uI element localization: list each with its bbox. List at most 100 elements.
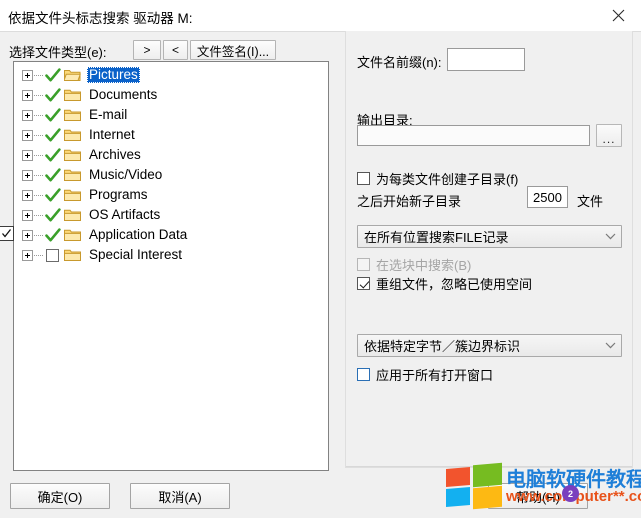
regroup-files-checkbox[interactable] — [357, 277, 370, 290]
green-check-icon — [44, 227, 61, 241]
expand-icon[interactable] — [22, 109, 33, 121]
file-signature-button[interactable]: 文件签名(I)... — [190, 40, 276, 60]
output-directory-input[interactable] — [357, 125, 590, 146]
folder-icon — [64, 169, 81, 181]
green-check-icon — [44, 107, 61, 121]
tree-item-checkbox[interactable] — [44, 107, 61, 123]
regroup-files-checkbox-row[interactable]: 重组文件，忽略已使用空间 — [357, 274, 532, 293]
tree-connector — [34, 94, 44, 96]
tree-item-label: Documents — [89, 87, 158, 102]
help-button[interactable]: 帮助(H) — [488, 483, 588, 509]
file-record-search-combo[interactable]: 在所有位置搜索FILE记录 — [357, 225, 622, 248]
unchecked-box-icon — [46, 248, 59, 262]
search-in-block-checkbox-row: 在选块中搜索(B) — [357, 255, 471, 274]
tree-item-label: Programs — [89, 187, 148, 202]
folder-icon — [64, 249, 81, 261]
apply-all-windows-checkbox-row[interactable]: 应用于所有打开窗口 — [357, 365, 493, 384]
folder-icon — [64, 149, 81, 161]
expand-icon[interactable] — [22, 69, 33, 81]
tree-item-checkbox[interactable] — [44, 167, 61, 183]
tree-item-pictures[interactable]: Pictures — [14, 65, 328, 85]
files-unit-label: 文件 — [577, 194, 604, 209]
panel-divider — [346, 466, 632, 467]
green-check-icon — [44, 67, 61, 81]
create-subdir-checkbox[interactable] — [357, 172, 370, 185]
create-subdir-checkbox-row[interactable]: 为每类文件创建子目录(f) — [357, 169, 518, 188]
expand-icon[interactable] — [22, 129, 33, 141]
tree-item-music-video[interactable]: Music/Video — [14, 165, 328, 185]
next-button[interactable]: > — [133, 40, 161, 60]
tree-item-label: E-mail — [89, 107, 128, 122]
folder-icon — [64, 209, 81, 221]
options-panel: 文件名前缀(n): 输出目录: ... 为每类文件创建子目录(f) 之后开始新子… — [345, 31, 633, 468]
expand-icon[interactable] — [22, 149, 33, 161]
filetype-label: 选择文件类型(e): — [9, 45, 107, 60]
tree-connector — [34, 134, 44, 136]
green-check-icon — [44, 147, 61, 161]
browse-button[interactable]: ... — [596, 124, 622, 147]
tree-item-list: Pictures Documents E-mail Internet Archives M… — [14, 65, 328, 265]
expand-icon[interactable] — [22, 169, 33, 181]
tree-item-application-data[interactable]: Application Data — [14, 225, 328, 245]
tree-item-label: OS Artifacts — [89, 207, 161, 222]
tree-item-checkbox[interactable] — [44, 127, 61, 143]
green-check-icon — [44, 87, 61, 101]
expand-icon[interactable] — [22, 89, 33, 101]
folder-open-icon — [64, 70, 81, 81]
tree-item-documents[interactable]: Documents — [14, 85, 328, 105]
tree-item-label: Music/Video — [89, 167, 163, 182]
file-record-search-value: 在所有位置搜索FILE记录 — [364, 230, 509, 245]
tree-connector — [34, 174, 44, 176]
tree-item-os-artifacts[interactable]: OS Artifacts — [14, 205, 328, 225]
tree-item-e-mail[interactable]: E-mail — [14, 105, 328, 125]
tree-item-checkbox[interactable] — [44, 207, 61, 223]
tree-item-programs[interactable]: Programs — [14, 185, 328, 205]
filename-prefix-label: 文件名前缀(n): — [357, 55, 442, 70]
tree-item-archives[interactable]: Archives — [14, 145, 328, 165]
expand-icon[interactable] — [22, 229, 33, 241]
previous-button[interactable]: < — [163, 40, 188, 60]
tree-connector — [34, 194, 44, 196]
file-type-tree[interactable]: Pictures Documents E-mail Internet Archives M… — [13, 61, 329, 471]
green-check-icon — [44, 187, 61, 201]
close-button[interactable] — [595, 0, 641, 30]
folder-icon — [64, 109, 81, 121]
tree-item-checkbox[interactable] — [44, 147, 61, 163]
dialog-window: 依据文件头标志搜索 驱动器 M: 选择文件类型(e): > < 文件签名(I).… — [0, 0, 641, 518]
close-icon — [612, 9, 625, 22]
regroup-files-label: 重组文件，忽略已使用空间 — [376, 277, 533, 292]
cancel-button[interactable]: 取消(A) — [130, 483, 230, 509]
chevron-down-icon — [599, 233, 621, 240]
expand-icon[interactable] — [22, 189, 33, 201]
filename-prefix-input[interactable] — [447, 48, 525, 71]
tree-item-checkbox[interactable] — [44, 87, 61, 103]
ok-button[interactable]: 确定(O) — [10, 483, 110, 509]
tree-item-label: Archives — [89, 147, 141, 162]
byte-cluster-boundary-combo[interactable]: 依据特定字节／簇边界标识 — [357, 334, 622, 357]
tree-item-checkbox[interactable] — [44, 227, 61, 243]
folder-icon — [64, 229, 81, 241]
search-in-block-label: 在选块中搜索(B) — [376, 258, 472, 273]
byte-cluster-boundary-value: 依据特定字节／簇边界标识 — [364, 339, 521, 354]
apply-all-windows-label: 应用于所有打开窗口 — [376, 368, 494, 383]
tree-item-checkbox[interactable] — [44, 67, 61, 83]
tree-item-label: Special Interest — [89, 247, 183, 262]
tree-item-internet[interactable]: Internet — [14, 125, 328, 145]
expand-icon[interactable] — [22, 249, 33, 261]
tree-item-special-interest[interactable]: Special Interest — [14, 245, 328, 265]
tree-item-label: Application Data — [89, 227, 188, 242]
edge-checkbox[interactable] — [0, 226, 14, 241]
search-in-block-checkbox — [357, 258, 370, 271]
apply-all-windows-checkbox[interactable] — [357, 368, 370, 381]
tree-connector — [34, 114, 44, 116]
tree-item-checkbox[interactable] — [44, 187, 61, 203]
expand-icon[interactable] — [22, 209, 33, 221]
new-subdir-label: 之后开始新子目录 — [357, 194, 462, 209]
title-bar: 依据文件头标志搜索 驱动器 M: — [0, 0, 641, 32]
tree-item-checkbox[interactable] — [44, 248, 61, 262]
folder-icon — [64, 129, 81, 141]
chevron-down-icon — [599, 342, 621, 349]
new-subdir-count-input[interactable] — [527, 186, 568, 208]
tree-item-label: Internet — [89, 127, 135, 142]
tree-connector — [34, 254, 44, 256]
